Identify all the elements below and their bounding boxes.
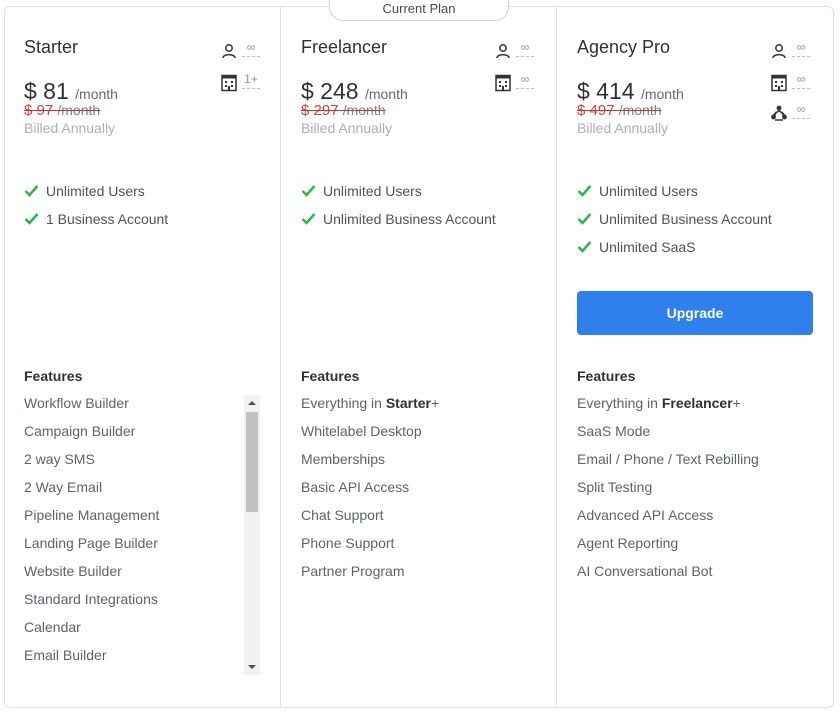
meta-users: ∞	[494, 40, 554, 64]
plan-price: $ 248 /month	[301, 78, 408, 105]
old-price-amount: $ 497	[577, 102, 615, 119]
plan-card-agency-pro: Agency Pro $ 414 /month $ 497 /month Bil…	[557, 6, 834, 706]
check-icon	[577, 241, 592, 253]
meta-users: ∞	[770, 40, 830, 64]
feature-item: Campaign Builder	[24, 423, 136, 439]
price-period: /month	[75, 86, 118, 102]
plan-old-price: $ 97 /month	[24, 102, 100, 119]
scroll-down-arrow-icon[interactable]	[248, 665, 256, 669]
old-price-amount: $ 297	[301, 102, 339, 119]
billing-cycle: Billed Annually	[301, 120, 393, 136]
meta-value: ∞	[792, 72, 810, 89]
old-price-period: /month	[57, 102, 101, 118]
billing-cycle: Billed Annually	[24, 120, 116, 136]
old-price-amount: $ 97	[24, 102, 54, 119]
user-icon	[772, 44, 786, 59]
feature-item: Memberships	[301, 451, 386, 467]
building-icon	[495, 74, 511, 92]
features-title: Features	[577, 368, 636, 384]
meta-value: ∞	[792, 102, 810, 119]
meta-value: ∞	[792, 40, 810, 57]
price-amount: $ 414	[577, 78, 635, 104]
meta-accounts: ∞	[494, 72, 554, 96]
features-list: Everything in Starter+ Whitelabel Deskto…	[301, 395, 537, 591]
plan-card-freelancer: Freelancer $ 248 /month $ 297 /month Bil…	[281, 6, 556, 706]
feature-item: Calendar	[24, 619, 81, 635]
meta-accounts: 1+	[220, 72, 280, 96]
check-icon	[577, 213, 592, 225]
features-scrollbar[interactable]	[244, 395, 260, 675]
feature-item: Workflow Builder	[24, 395, 129, 411]
features-list: Everything in Freelancer+ SaaS Mode Emai…	[577, 395, 813, 591]
user-icon	[496, 44, 510, 59]
meta-value: ∞	[242, 40, 260, 57]
meta-users: ∞	[220, 40, 280, 64]
price-amount: $ 81	[24, 78, 69, 104]
meta-accounts: ∞	[770, 72, 830, 96]
plan-card-starter: Starter $ 81 /month $ 97 /month Billed A…	[4, 6, 280, 706]
feature-item: Partner Program	[301, 563, 405, 579]
feature-item: Pipeline Management	[24, 507, 160, 523]
features-title: Features	[24, 368, 83, 384]
meta-value: 1+	[242, 72, 260, 89]
billing-cycle: Billed Annually	[577, 120, 669, 136]
scrollbar-thumb[interactable]	[246, 412, 258, 512]
meta-value: ∞	[516, 72, 534, 89]
feature-item: Agent Reporting	[577, 535, 679, 551]
feature-item: Website Builder	[24, 563, 122, 579]
building-icon	[771, 74, 787, 92]
plan-name: Agency Pro	[577, 37, 671, 57]
scroll-up-arrow-icon[interactable]	[248, 401, 256, 405]
upgrade-button[interactable]: Upgrade	[577, 291, 813, 335]
meta-saas: ∞	[770, 102, 830, 126]
price-period: /month	[364, 86, 408, 102]
check-icon	[24, 185, 39, 197]
plan-old-price: $ 297 /month	[301, 102, 386, 119]
feature-item: Standard Integrations	[24, 591, 158, 607]
plan-price: $ 81 /month	[24, 78, 118, 105]
meta-value: ∞	[516, 40, 534, 57]
feature-item: SaaS Mode	[577, 423, 651, 439]
price-amount: $ 248	[301, 78, 359, 104]
old-price-period: /month	[342, 102, 386, 118]
feature-item: 2 way SMS	[24, 451, 95, 467]
feature-item: Phone Support	[301, 535, 395, 551]
building-icon	[221, 74, 237, 92]
price-period: /month	[640, 86, 684, 102]
plan-name: Starter	[24, 37, 79, 57]
plan-name: Freelancer	[301, 37, 388, 57]
feature-item: 2 Way Email	[24, 479, 103, 495]
features-list[interactable]: Workflow Builder Campaign Builder 2 way …	[24, 395, 260, 675]
feature-item: Landing Page Builder	[24, 535, 158, 551]
check-icon	[301, 185, 316, 197]
feature-item: Whitelabel Desktop	[301, 423, 422, 439]
feature-item: Split Testing	[577, 479, 653, 495]
features-title: Features	[301, 368, 360, 384]
plan-price: $ 414 /month	[577, 78, 684, 105]
feature-item: Basic API Access	[301, 479, 410, 495]
feature-item: Everything in Starter+	[301, 395, 440, 411]
feature-item: AI Conversational Bot	[577, 563, 713, 579]
feature-item: Chat Support	[301, 507, 384, 523]
check-icon	[24, 213, 39, 225]
plan-old-price: $ 497 /month	[577, 102, 662, 119]
feature-item: Advanced API Access	[577, 507, 714, 523]
network-icon	[771, 105, 787, 121]
feature-item: Email / Phone / Text Rebilling	[577, 451, 759, 467]
feature-item: Everything in Freelancer+	[577, 395, 741, 411]
feature-item: Email Builder	[24, 647, 107, 663]
user-icon	[222, 44, 236, 59]
check-icon	[301, 213, 316, 225]
old-price-period: /month	[618, 102, 662, 118]
check-icon	[577, 185, 592, 197]
